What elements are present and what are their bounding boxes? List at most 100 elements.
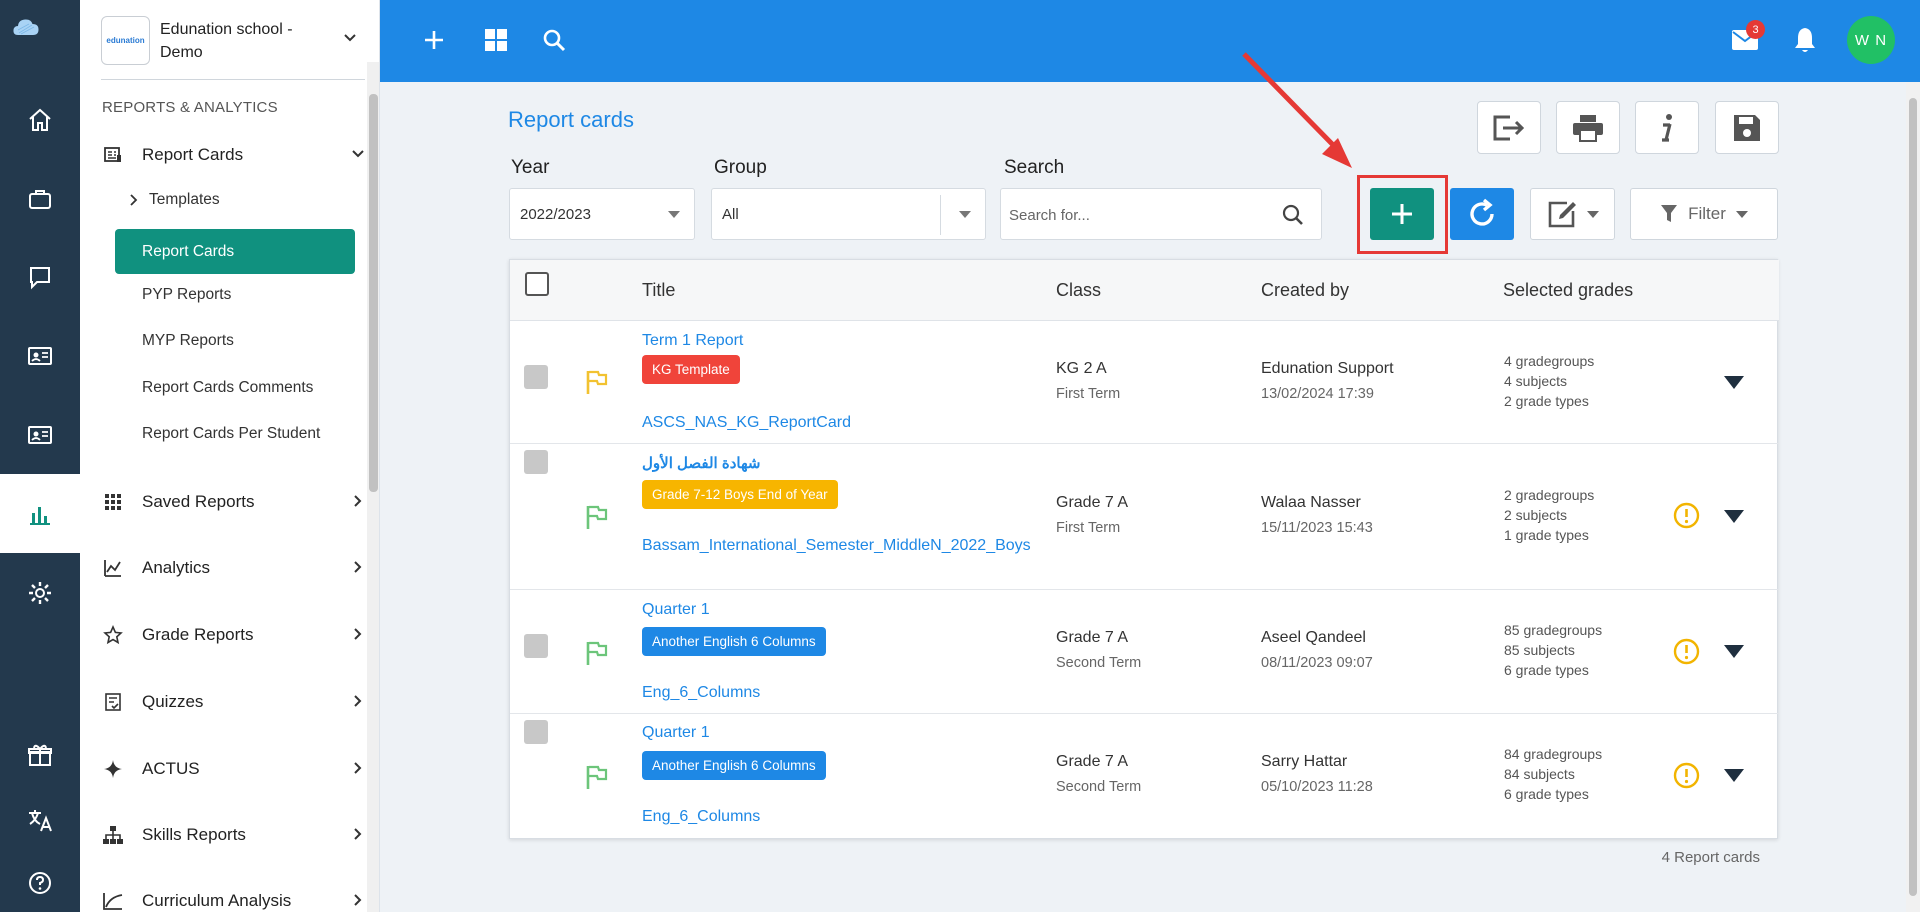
row-created-by: Walaa Nasser — [1261, 494, 1361, 511]
sidebar-item-skills-reports[interactable]: Skills Reports — [102, 820, 370, 850]
scrollbar-thumb[interactable] — [369, 94, 378, 492]
warning-icon[interactable] — [1673, 762, 1700, 789]
warning-icon[interactable] — [1673, 638, 1700, 665]
notifications-button[interactable] — [1790, 25, 1820, 55]
row-class: KG 2 A — [1056, 360, 1107, 377]
page-title: Report cards — [508, 107, 634, 132]
sidebar-subitem-myp-reports[interactable]: MYP Reports — [142, 332, 234, 350]
sidebar-subitem-report-cards-comments[interactable]: Report Cards Comments — [142, 379, 313, 397]
printer-icon — [1573, 114, 1603, 142]
report-title-link[interactable]: Term 1 Report — [642, 332, 743, 350]
info-button[interactable] — [1635, 101, 1699, 154]
sidebar-scrollbar[interactable] — [367, 62, 379, 912]
sidebar-item-report-cards[interactable]: Report Cards — [102, 140, 370, 170]
search-box — [1000, 188, 1322, 240]
app-logo-icon[interactable] — [12, 14, 68, 66]
template-tag: Grade 7-12 Boys End of Year — [642, 480, 838, 509]
sidebar-item-actus[interactable]: ACTUS — [102, 754, 370, 784]
rail-briefcase[interactable] — [0, 159, 80, 238]
group-select[interactable]: All — [711, 188, 986, 240]
column-header-title[interactable]: Title — [642, 280, 675, 301]
chevron-right-icon — [354, 762, 362, 774]
scrollbar-thumb[interactable] — [1909, 98, 1917, 896]
save-button[interactable] — [1715, 101, 1779, 154]
rail-id-card[interactable] — [0, 316, 80, 395]
row-class: Grade 7 A — [1056, 753, 1129, 770]
report-title-link[interactable]: Quarter 1 — [642, 724, 710, 742]
sparkle-icon — [102, 758, 124, 780]
report-title-link[interactable]: Quarter 1 — [642, 601, 710, 619]
template-link[interactable]: Eng_6_Columns — [642, 807, 1052, 827]
rail-id-card-2[interactable] — [0, 395, 80, 474]
filter-label: Filter — [1688, 204, 1726, 223]
column-header-class[interactable]: Class — [1056, 280, 1101, 301]
row-created-by: Edunation Support — [1261, 360, 1394, 377]
bar-chart-icon — [30, 506, 50, 525]
row-checkbox[interactable] — [524, 450, 548, 474]
rail-reports[interactable] — [0, 474, 80, 553]
apps-grid-icon — [485, 29, 507, 51]
search-input[interactable] — [1009, 203, 1269, 227]
rail-settings[interactable] — [0, 553, 80, 632]
flag-icon[interactable] — [585, 369, 609, 395]
sidebar-item-saved-reports[interactable]: Saved Reports — [102, 487, 370, 517]
row-expand-caret-icon[interactable] — [1724, 510, 1744, 523]
sidebar-subitem-templates[interactable]: Templates — [127, 191, 220, 209]
select-all-checkbox[interactable] — [525, 272, 549, 296]
rail-home[interactable] — [0, 80, 80, 159]
row-checkbox[interactable] — [524, 634, 548, 658]
refresh-button[interactable] — [1450, 188, 1514, 240]
rail-help[interactable] — [0, 843, 80, 912]
column-header-created-by[interactable]: Created by — [1261, 280, 1349, 301]
warning-icon[interactable] — [1673, 502, 1700, 529]
school-logo: edunation — [101, 16, 150, 65]
filter-button[interactable]: Filter — [1630, 188, 1778, 240]
sidebar-subitem-pyp-reports[interactable]: PYP Reports — [142, 286, 231, 304]
divider — [940, 195, 941, 235]
school-name: Edunation school - Demo — [160, 21, 293, 61]
row-created-date: 08/11/2023 09:07 — [1261, 655, 1373, 671]
row-expand-caret-icon[interactable] — [1724, 376, 1744, 389]
top-add-button[interactable] — [419, 25, 449, 55]
row-expand-caret-icon[interactable] — [1724, 769, 1744, 782]
top-search-button[interactable] — [539, 25, 569, 55]
row-term: Second Term — [1056, 779, 1142, 795]
row-checkbox[interactable] — [524, 720, 548, 744]
flag-icon[interactable] — [585, 504, 609, 530]
sidebar-item-curriculum-analysis[interactable]: Curriculum Analysis — [102, 886, 370, 912]
export-button[interactable] — [1477, 101, 1541, 154]
flag-icon[interactable] — [585, 640, 609, 666]
sidebar-subitem-report-cards[interactable]: Report Cards — [115, 229, 355, 274]
info-icon — [1662, 113, 1672, 142]
row-checkbox[interactable] — [524, 365, 548, 389]
print-button[interactable] — [1556, 101, 1620, 154]
search-icon[interactable] — [1281, 203, 1305, 227]
top-apps-button[interactable] — [481, 25, 511, 55]
chevron-right-icon — [354, 495, 362, 507]
user-avatar[interactable]: W N — [1847, 16, 1895, 64]
sidebar-subitem-report-cards-per-student[interactable]: Report Cards Per Student — [142, 425, 320, 443]
year-select[interactable]: 2022/2023 — [509, 188, 695, 240]
row-created-by: Aseel Qandeel — [1261, 629, 1366, 646]
report-title-link[interactable]: شهادة الفصل الأول — [642, 454, 760, 472]
school-selector[interactable]: edunation Edunation school - Demo — [80, 0, 379, 80]
template-link[interactable]: Bassam_International_Semester_MiddleN_20… — [642, 536, 1052, 556]
home-icon — [29, 108, 51, 131]
sidebar-item-grade-reports[interactable]: Grade Reports — [102, 620, 370, 650]
sidebar-item-analytics[interactable]: Analytics — [102, 553, 370, 583]
chevron-right-icon — [354, 628, 362, 640]
column-header-selected-grades[interactable]: Selected grades — [1503, 280, 1633, 301]
flag-icon[interactable] — [585, 764, 609, 790]
row-class: Grade 7 A — [1056, 629, 1129, 646]
filter-icon — [1661, 205, 1678, 222]
template-link[interactable]: ASCS_NAS_KG_ReportCard — [642, 413, 1052, 433]
sidebar-item-quizzes[interactable]: Quizzes — [102, 687, 370, 717]
chevron-right-icon — [354, 561, 362, 573]
rail-messages[interactable] — [0, 237, 80, 316]
row-created-by: Sarry Hattar — [1261, 753, 1348, 770]
edit-menu-button[interactable] — [1530, 188, 1615, 240]
main-scrollbar[interactable] — [1906, 82, 1920, 912]
row-expand-caret-icon[interactable] — [1724, 645, 1744, 658]
refresh-icon — [1470, 198, 1494, 226]
template-link[interactable]: Eng_6_Columns — [642, 683, 1052, 703]
